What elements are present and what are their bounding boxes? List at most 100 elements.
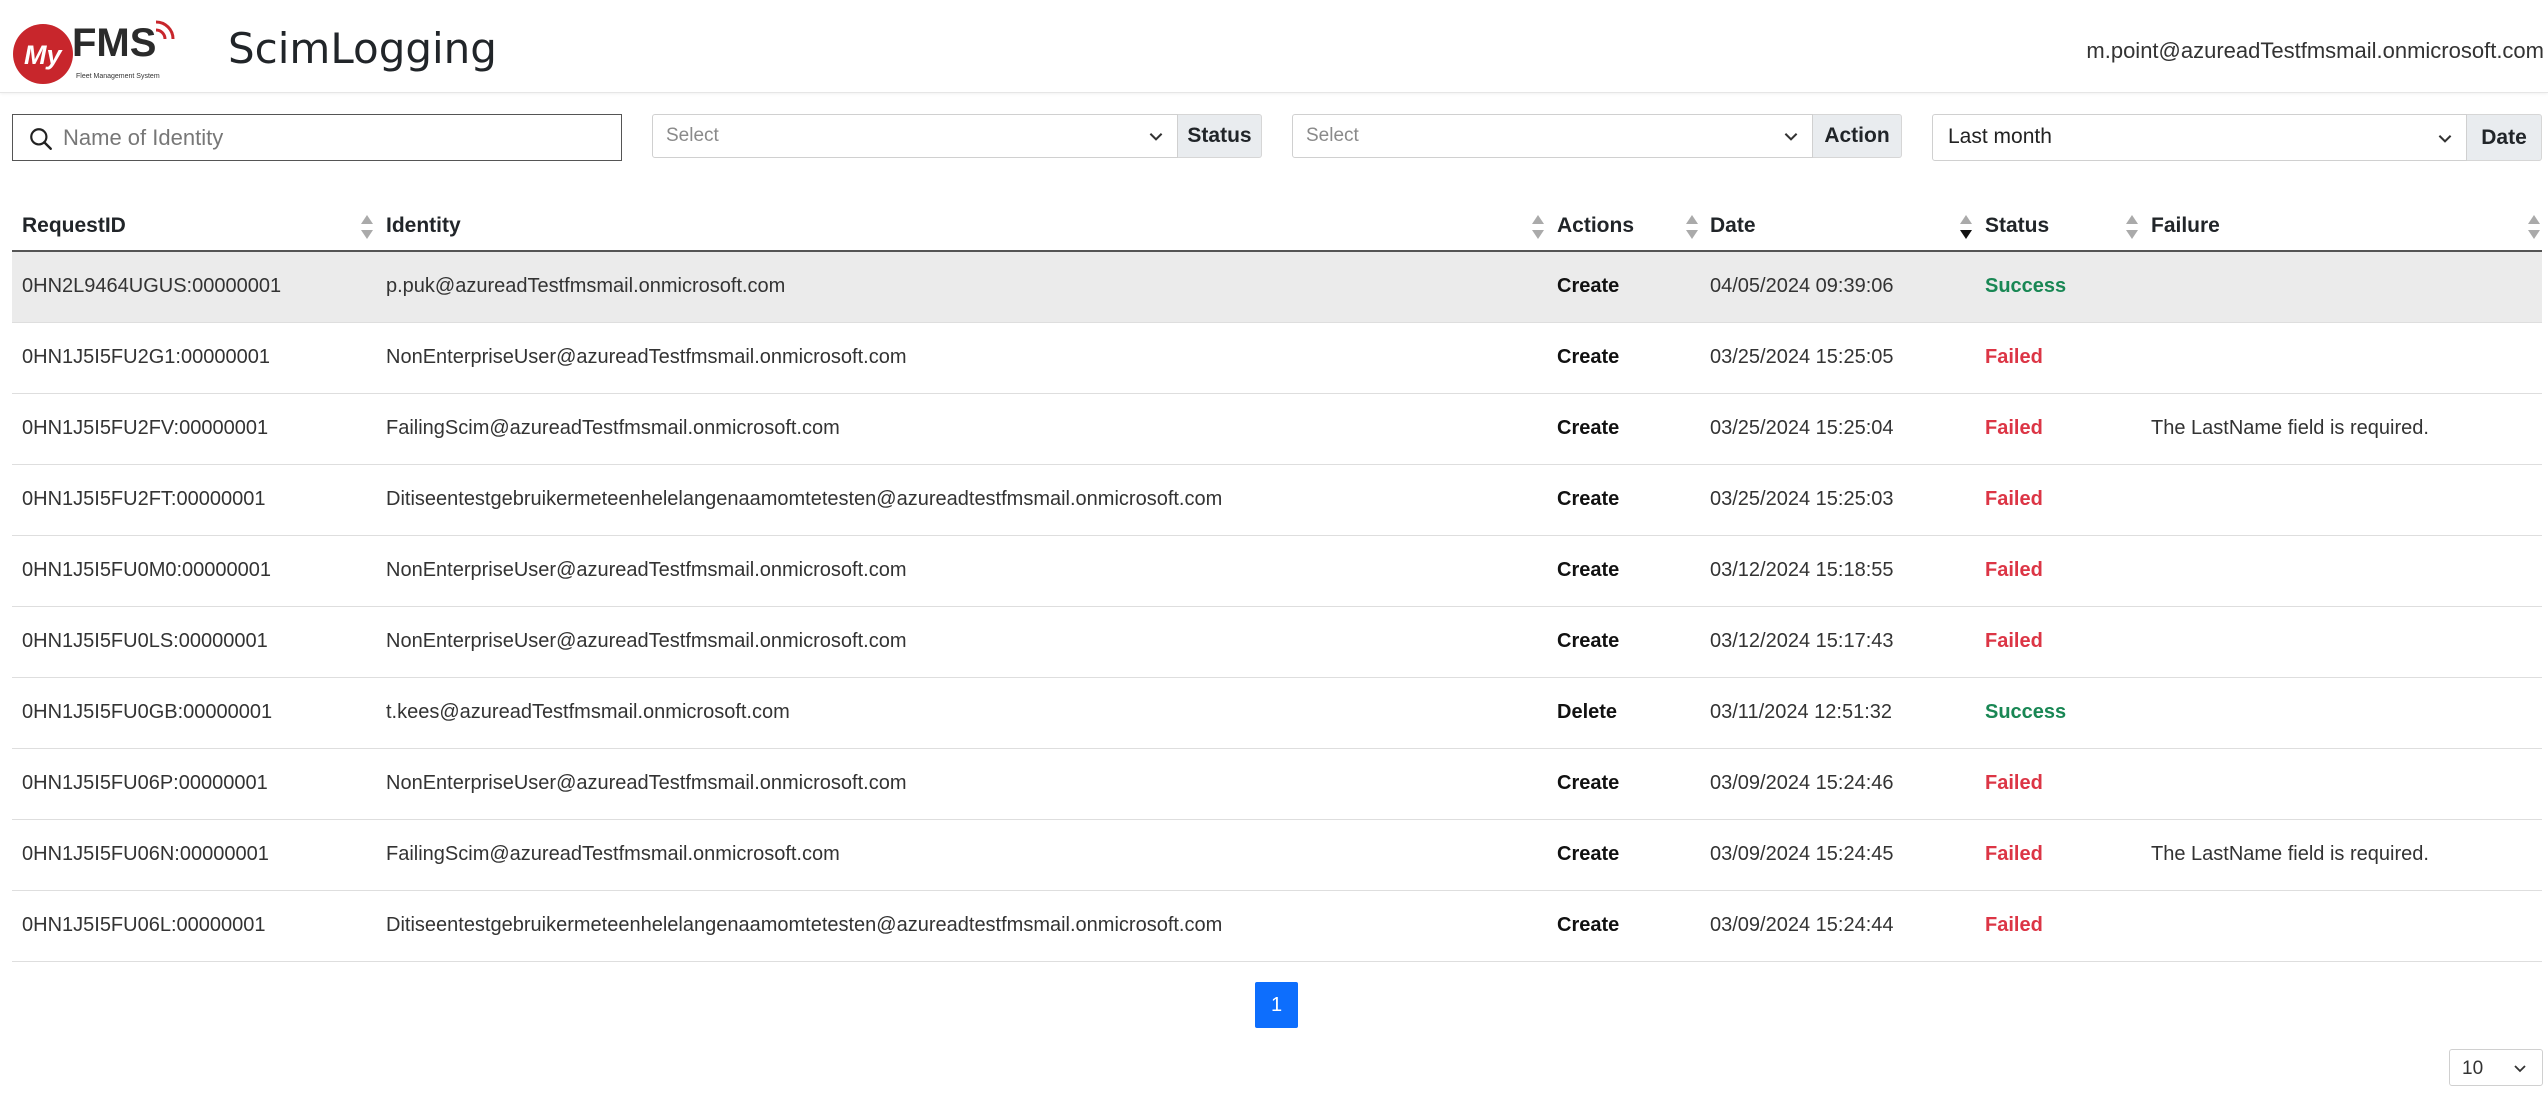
cell-request-id: 0HN1J5I5FU0GB:00000001 [22, 701, 273, 723]
action-filter-label: Action [1813, 114, 1902, 158]
column-header-status[interactable]: Status [1985, 214, 2049, 238]
cell-action: Create [1557, 559, 1620, 581]
table-row[interactable]: 0HN2L9464UGUS:00000001 p.puk@azureadTestf… [12, 252, 2542, 323]
action-select-placeholder: Select [1306, 125, 1359, 146]
user-email[interactable]: m.point@azureadTestfmsmail.onmicrosoft.c… [2086, 38, 2544, 64]
sort-icon[interactable] [1530, 212, 1546, 242]
cell-status: Failed [1985, 630, 2043, 652]
cell-date: 03/11/2024 12:51:32 [1710, 701, 1893, 723]
cell-request-id: 0HN2L9464UGUS:00000001 [22, 275, 282, 297]
cell-identity: t.kees@azureadTestfmsmail.onmicrosoft.co… [386, 701, 790, 723]
cell-identity: NonEnterpriseUser@azureadTestfmsmail.onm… [386, 346, 907, 368]
cell-identity: p.puk@azureadTestfmsmail.onmicrosoft.com [386, 275, 786, 297]
cell-request-id: 0HN1J5I5FU2FT:00000001 [22, 488, 266, 510]
cell-request-id: 0HN1J5I5FU0M0:00000001 [22, 559, 272, 581]
cell-identity: FailingScim@azureadTestfmsmail.onmicroso… [386, 417, 840, 439]
table-row[interactable]: 0HN1J5I5FU0GB:00000001 t.kees@azureadTest… [12, 678, 2542, 749]
pagination-page-1[interactable]: 1 [1255, 982, 1298, 1028]
action-filter: Select Action [1292, 114, 1902, 158]
cell-request-id: 0HN1J5I5FU2G1:00000001 [22, 346, 270, 368]
scim-log-table: RequestID Identity Actions Date Status F… [12, 200, 2542, 962]
cell-date: 03/25/2024 15:25:04 [1710, 417, 1894, 439]
sort-icon[interactable] [1684, 212, 1700, 242]
cell-date: 03/09/2024 15:24:45 [1710, 843, 1894, 865]
cell-request-id: 0HN1J5I5FU06P:00000001 [22, 772, 268, 794]
page-title: ScimLogging [228, 24, 497, 73]
cell-action: Create [1557, 275, 1620, 297]
status-select[interactable]: Select [652, 114, 1178, 158]
cell-failure: The LastName field is required. [2151, 417, 2429, 439]
column-header-identity[interactable]: Identity [386, 214, 461, 238]
date-filter: Last month Date [1932, 114, 2542, 161]
column-header-actions[interactable]: Actions [1557, 214, 1634, 238]
cell-date: 03/12/2024 15:18:55 [1710, 559, 1894, 581]
cell-action: Create [1557, 772, 1620, 794]
cell-status: Success [1985, 275, 2067, 297]
status-select-placeholder: Select [666, 125, 719, 146]
myfms-logo[interactable]: My FMS Fleet Management System [10, 18, 182, 84]
cell-status: Failed [1985, 346, 2043, 368]
cell-request-id: 0HN1J5I5FU2FV:00000001 [22, 417, 269, 439]
cell-status: Failed [1985, 417, 2043, 439]
sort-icon[interactable] [359, 212, 375, 242]
cell-identity: NonEnterpriseUser@azureadTestfmsmail.onm… [386, 772, 907, 794]
cell-identity: Ditiseentestgebruikermeteenhelelangenaam… [386, 488, 1223, 510]
sort-desc-icon[interactable] [1958, 212, 1974, 242]
column-header-failure[interactable]: Failure [2151, 214, 2220, 238]
chevron-down-icon [1784, 133, 1798, 141]
cell-action: Create [1557, 346, 1620, 368]
cell-identity: FailingScim@azureadTestfmsmail.onmicroso… [386, 843, 840, 865]
cell-status: Failed [1985, 843, 2043, 865]
cell-action: Create [1557, 488, 1620, 510]
cell-status: Failed [1985, 559, 2043, 581]
cell-status: Failed [1985, 914, 2043, 936]
page-size-select[interactable]: 10 [2449, 1049, 2543, 1086]
cell-identity: NonEnterpriseUser@azureadTestfmsmail.onm… [386, 630, 907, 652]
table-row[interactable]: 0HN1J5I5FU2FV:00000001 FailingScim@azurea… [12, 394, 2542, 465]
cell-date: 03/25/2024 15:25:03 [1710, 488, 1894, 510]
date-select-value: Last month [1948, 125, 2052, 148]
table-row[interactable]: 0HN1J5I5FU2G1:00000001 NonEnterpriseUser@… [12, 323, 2542, 394]
column-header-requestid[interactable]: RequestID [22, 214, 126, 238]
action-select[interactable]: Select [1292, 114, 1813, 158]
cell-identity: Ditiseentestgebruikermeteenhelelangenaam… [386, 914, 1223, 936]
cell-action: Create [1557, 914, 1620, 936]
cell-request-id: 0HN1J5I5FU06N:00000001 [22, 843, 269, 865]
cell-action: Create [1557, 843, 1620, 865]
cell-action: Create [1557, 630, 1620, 652]
date-select[interactable]: Last month [1932, 114, 2467, 161]
cell-status: Failed [1985, 488, 2043, 510]
cell-status: Failed [1985, 772, 2043, 794]
chevron-down-icon [2514, 1065, 2526, 1073]
table-row[interactable]: 0HN1J5I5FU06P:00000001 NonEnterpriseUser@… [12, 749, 2542, 820]
cell-action: Delete [1557, 701, 1618, 723]
column-header-date[interactable]: Date [1710, 214, 1756, 238]
cell-date: 04/05/2024 09:39:06 [1710, 275, 1894, 297]
cell-date: 03/09/2024 15:24:44 [1710, 914, 1894, 936]
sort-icon[interactable] [2526, 212, 2542, 242]
cell-failure: The LastName field is required. [2151, 843, 2429, 865]
table-body: 0HN2L9464UGUS:00000001 p.puk@azureadTestf… [12, 252, 2542, 962]
table-row[interactable]: 0HN1J5I5FU0LS:00000001 NonEnterpriseUser@… [12, 607, 2542, 678]
cell-date: 03/12/2024 15:17:43 [1710, 630, 1894, 652]
table-row[interactable]: 0HN1J5I5FU06L:00000001 Ditiseentestgebrui… [12, 891, 2542, 962]
page-size-value: 10 [2462, 1058, 2484, 1079]
cell-date: 03/25/2024 15:25:05 [1710, 346, 1894, 368]
chevron-down-icon [1149, 133, 1163, 141]
cell-request-id: 0HN1J5I5FU06L:00000001 [22, 914, 266, 936]
sort-icon[interactable] [2124, 212, 2140, 242]
app-header: My FMS Fleet Management System ScimLoggi… [0, 0, 2548, 93]
svg-text:Fleet Management System: Fleet Management System [76, 73, 160, 80]
status-filter-label: Status [1178, 114, 1262, 158]
table-row[interactable]: 0HN1J5I5FU2FT:00000001 Ditiseentestgebrui… [12, 465, 2542, 536]
table-row[interactable]: 0HN1J5I5FU06N:00000001 FailingScim@azurea… [12, 820, 2542, 891]
cell-identity: NonEnterpriseUser@azureadTestfmsmail.onm… [386, 559, 907, 581]
identity-search-input[interactable] [63, 121, 603, 155]
search-icon [30, 128, 52, 150]
table-row[interactable]: 0HN1J5I5FU0M0:00000001 NonEnterpriseUser@… [12, 536, 2542, 607]
cell-request-id: 0HN1J5I5FU0LS:00000001 [22, 630, 268, 652]
svg-text:My: My [24, 40, 63, 70]
status-filter: Select Status [652, 114, 1262, 158]
identity-search[interactable] [12, 114, 622, 161]
date-filter-label: Date [2467, 114, 2542, 161]
